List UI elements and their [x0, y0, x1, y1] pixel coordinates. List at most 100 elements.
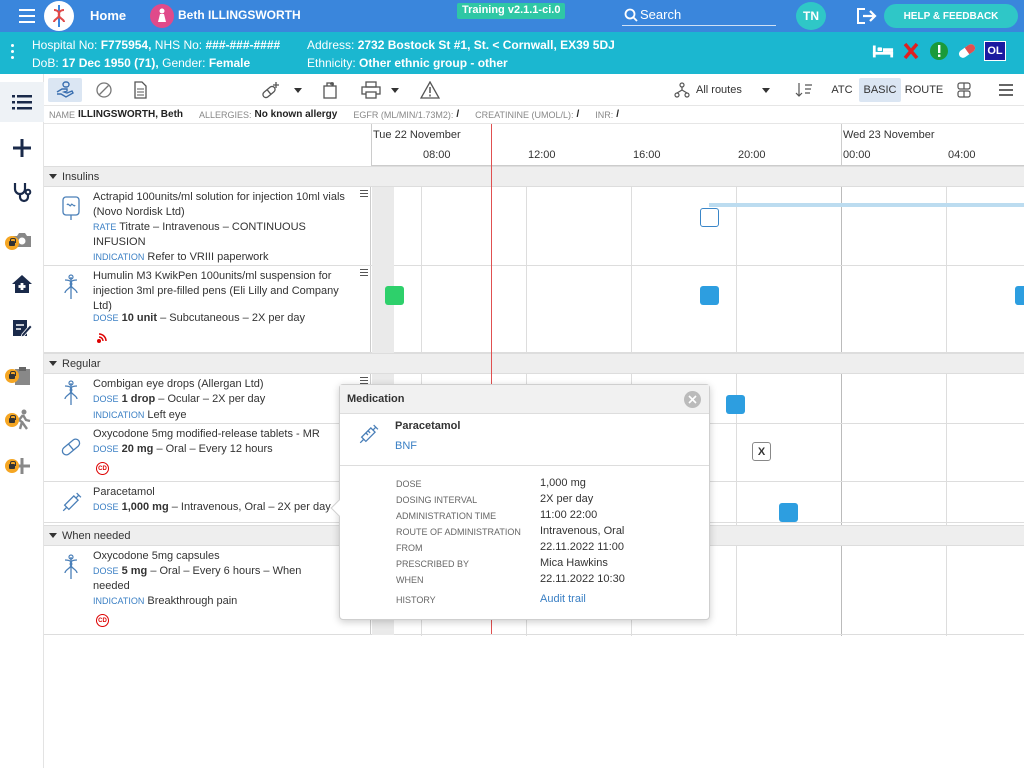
patient-name[interactable]: Beth ILLINGSWORTH — [178, 8, 301, 22]
print-tool[interactable] — [358, 78, 402, 102]
dose-marker-due[interactable] — [726, 395, 745, 414]
sidebar-item-clinical[interactable] — [0, 172, 44, 212]
house-medical-icon — [12, 275, 32, 293]
dose-marker-given[interactable] — [385, 286, 404, 305]
timeline-header: Tue 22 November Wed 23 November 08:00 12… — [371, 124, 1024, 166]
warnings-tool[interactable] — [418, 78, 442, 102]
alert-icon[interactable] — [928, 40, 950, 62]
no-allergy-x-icon[interactable] — [900, 40, 922, 62]
cancel-tool[interactable] — [92, 78, 116, 102]
chevron-down-icon — [294, 87, 302, 93]
layout-tool[interactable] — [952, 78, 976, 102]
day-label-tue: Tue 22 November — [373, 129, 461, 141]
detail-label: PRESCRIBED BY — [396, 559, 470, 569]
chart-toolbar: All routes ATC BASIC ROUTE — [44, 74, 1024, 106]
options-menu[interactable] — [994, 78, 1018, 102]
search-icon — [624, 8, 638, 22]
med-name: Humulin M3 KwikPen 100units/ml suspensio… — [93, 270, 339, 312]
chevron-down-icon — [761, 87, 770, 93]
hand-pill-tool[interactable] — [48, 78, 82, 102]
routes-icon — [674, 82, 690, 98]
popover-drug-name: Paracetamol — [395, 420, 461, 432]
row-menu-icon[interactable] — [360, 269, 368, 278]
detail-label: DOSE — [396, 479, 422, 489]
hamburger-menu-icon[interactable] — [19, 9, 39, 23]
rx-tool[interactable] — [318, 78, 342, 102]
sidebar-item-camera-locked[interactable] — [0, 220, 44, 260]
lock-icon — [5, 413, 19, 427]
dose-marker-due[interactable] — [700, 286, 719, 305]
detail-value: 2X per day — [540, 493, 594, 505]
section-regular[interactable]: Regular — [44, 353, 1024, 374]
controlled-drug-badge: CD — [96, 614, 109, 627]
row-menu-icon[interactable] — [360, 190, 368, 199]
pill-plus-icon — [262, 82, 279, 99]
detail-value: 22.11.2022 11:00 — [540, 541, 625, 553]
add-medication-tool[interactable] — [258, 78, 304, 102]
dose-marker-missed[interactable]: X — [752, 442, 771, 461]
caduceus-icon — [64, 554, 78, 579]
document-tool[interactable] — [128, 78, 152, 102]
rx-icon — [323, 82, 337, 99]
wireless-icon — [97, 333, 107, 343]
tab-route[interactable]: ROUTE — [903, 78, 945, 102]
bnf-link[interactable]: BNF — [395, 440, 417, 452]
grid-layout-icon — [957, 82, 971, 98]
pill-icon[interactable] — [956, 40, 978, 62]
sidebar-item-home[interactable] — [0, 264, 44, 304]
user-avatar[interactable]: TN — [796, 2, 826, 30]
patient-address: Address: 2732 Bostock St #1, St. < Cornw… — [307, 38, 615, 52]
hour-label: 08:00 — [423, 149, 451, 161]
sidebar-item-add-locked[interactable] — [0, 446, 44, 486]
tab-basic[interactable]: BASIC — [859, 78, 901, 102]
patient-ids: Hospital No: F775954, NHS No: ###-###-##… — [32, 38, 281, 52]
tab-atc[interactable]: ATC — [828, 78, 856, 102]
banner-more-icon[interactable] — [11, 44, 15, 62]
hour-label: 16:00 — [633, 149, 661, 161]
medication-popover: Medication Paracetamol BNF DOSE 1,000 mg… — [330, 384, 710, 620]
hamburger-icon — [999, 84, 1013, 96]
hour-label: 12:00 — [528, 149, 556, 161]
sort-icon — [795, 83, 812, 97]
hour-label: 04:00 — [948, 149, 976, 161]
sidebar-item-list[interactable] — [0, 82, 44, 122]
sidebar-item-add[interactable] — [0, 128, 44, 168]
dose-marker-empty[interactable] — [700, 208, 719, 227]
search-input[interactable]: Search — [622, 4, 776, 26]
dose-marker-due[interactable] — [1015, 286, 1024, 305]
detail-label: FROM — [396, 543, 423, 553]
detail-value: Intravenous, Oral — [540, 525, 625, 537]
top-bar: Home Beth ILLINGSWORTH Training v2.1.1-c… — [0, 0, 1024, 32]
home-link[interactable]: Home — [90, 8, 126, 23]
close-icon[interactable] — [684, 391, 701, 408]
med-row-humulin[interactable]: Humulin M3 KwikPen 100units/ml suspensio… — [44, 266, 1024, 353]
routes-dropdown[interactable]: All routes — [674, 78, 774, 102]
controlled-drug-badge: CD — [96, 462, 109, 475]
patient-dob-gender: DoB: 17 Dec 1950 (71), Gender: Female — [32, 56, 251, 70]
sidebar-item-notes[interactable] — [0, 308, 44, 348]
section-insulins[interactable]: Insulins — [44, 166, 1024, 187]
app-logo — [44, 1, 74, 31]
sidebar-item-discharge-locked[interactable] — [0, 400, 44, 440]
female-patient-icon — [150, 4, 174, 28]
hand-pill-icon — [56, 81, 74, 98]
sort-tool[interactable] — [792, 78, 816, 102]
med-row-actrapid[interactable]: Actrapid 100units/ml solution for inject… — [44, 187, 1024, 266]
detail-value: 11:00 22:00 — [540, 509, 598, 521]
left-sidebar — [0, 74, 44, 768]
hour-label: 00:00 — [843, 149, 871, 161]
help-feedback-button[interactable]: HELP & FEEDBACK — [884, 4, 1018, 28]
routes-label: All routes — [696, 84, 742, 96]
syringe-icon — [359, 424, 379, 444]
sidebar-item-clipboard-locked[interactable] — [0, 356, 44, 396]
audit-trail-link[interactable]: Audit trail — [540, 593, 586, 605]
bed-icon[interactable] — [872, 40, 894, 62]
infusion-bar — [709, 203, 1024, 207]
patient-info-strip: NAME ILLINGSWORTH, Beth ALLERGIES: No know… — [44, 106, 1024, 124]
dose-marker-due[interactable] — [779, 503, 798, 522]
caduceus-icon — [64, 380, 78, 405]
logout-icon[interactable] — [856, 7, 878, 25]
med-name: Actrapid 100units/ml solution for inject… — [93, 191, 345, 218]
document-icon — [134, 81, 147, 99]
ol-badge[interactable]: OL — [984, 41, 1006, 61]
